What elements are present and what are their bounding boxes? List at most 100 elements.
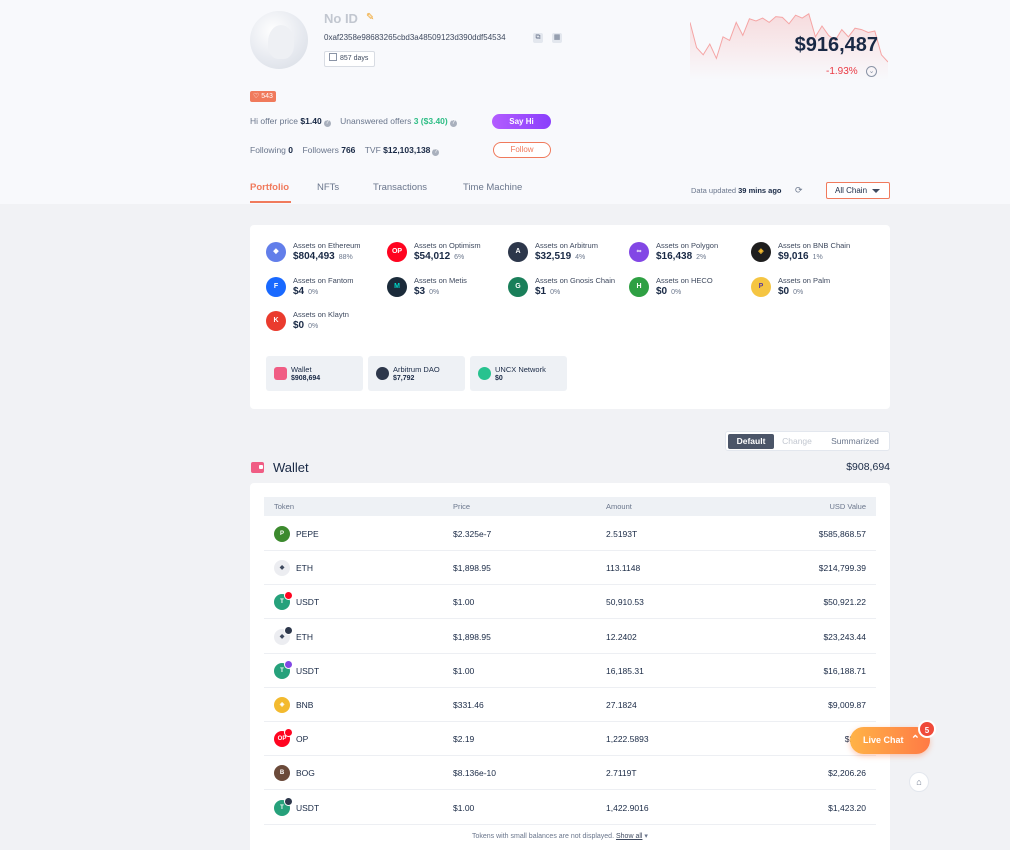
chain-label: Assets on Fantom [293,276,354,285]
chain-item-palm[interactable]: P Assets on Palm $0 0% [751,276,871,302]
token-symbol[interactable]: USDT [296,585,319,619]
token-price: $2.325e-7 [453,529,492,539]
palm-icon: P [751,277,771,297]
refresh-icon[interactable]: ⟳ [795,185,803,196]
heco-icon: H [629,277,649,297]
chain-item-optimism[interactable]: OP Assets on Optimism $54,012 6% [387,241,507,267]
table-row[interactable]: ◆ ETH $1,898.95 113.1148 $214,799.39 [264,551,876,586]
help-icon[interactable]: ? [449,120,457,127]
chain-label: Assets on HECO [656,276,713,285]
optimism-icon: OP [387,242,407,262]
token-amount: 1,422.9016 [606,802,649,813]
chain-item-gnosis[interactable]: G Assets on Gnosis Chain $1 0% [508,276,628,302]
chain-value: $3 0% [414,286,439,297]
tab-portfolio[interactable]: Portfolio [250,182,289,193]
chain-item-bnb[interactable]: ◈ Assets on BNB Chain $9,016 1% [751,241,871,267]
tab-nfts[interactable]: NFTs [317,182,339,193]
protocol-label: Wallet [291,365,312,374]
chevron-down-icon[interactable]: ⌄ [866,66,877,77]
token-symbol[interactable]: ETH [296,620,313,654]
rank-badge-value: 543 [261,93,273,100]
protocol-value: $908,694 [291,375,321,382]
token-usd-value: $16,188.71 [823,665,866,676]
token-symbol[interactable]: BOG [296,756,315,790]
token-symbol[interactable]: ETH [296,551,313,585]
data-updated: Data updated 39 mins ago [691,186,782,195]
table-row[interactable]: B BOG $8.136e-10 2.7119T $2,206.26 [264,756,876,791]
chain-label: Assets on Gnosis Chain [535,276,616,285]
show-all-link[interactable]: Show all [616,833,642,840]
chain-percent: 1% [812,254,823,261]
token-icon: ◈ [274,697,290,713]
table-row[interactable]: OPOP$2.191,222.5893$2,67 [264,722,876,757]
copy-icon[interactable]: ⧉ [533,33,543,43]
table-row[interactable]: T USDT $1.00 50,910.53 $50,921.22 [264,585,876,620]
tab-transactions[interactable]: Transactions [373,182,427,193]
table-row[interactable]: T USDT $1.00 1,422.9016 $1,423.20 [264,791,876,825]
protocol-arbitrum-dao[interactable]: Arbitrum DAO $7,792 [368,356,465,391]
chain-amount: $54,012 [414,251,451,262]
token-usd-value: $214,799.39 [818,563,866,574]
chain-badge-icon [284,625,293,635]
unanswered-value: 3 ($3.40) [413,116,448,126]
token-usd-value: $50,921.22 [823,597,866,608]
token-symbol[interactable]: USDT [296,791,319,825]
chain-item-ethereum[interactable]: ◆ Assets on Ethereum $804,493 88% [266,241,386,267]
social-row: Following 0 Followers 766 TVF $12,103,13… [250,145,440,156]
follow-button[interactable]: Follow [493,142,551,158]
chain-item-klaytn[interactable]: K Assets on Klaytn $0 0% [266,310,386,336]
view-default-button[interactable]: Default [728,434,774,449]
unanswered-label: Unanswered offers [340,116,412,126]
token-amount: 12.2402 [606,631,637,642]
table-row[interactable]: T USDT $1.00 16,185.31 $16,188.71 [264,654,876,688]
token-symbol[interactable]: OP [296,722,308,756]
chain-item-arbitrum[interactable]: A Assets on Arbitrum $32,519 4% [508,241,628,267]
token-symbol[interactable]: USDT [296,654,319,688]
balance-change: -1.93% [826,66,858,77]
view-change-button[interactable]: Change [776,434,818,449]
fantom-icon: F [266,277,286,297]
profile-name: No ID [324,11,358,26]
chain-percent: 4% [575,254,586,261]
rank-badge[interactable]: ♡ 543 [250,91,276,102]
token-price: $1,898.95 [453,631,491,642]
chain-label: Assets on Metis [414,276,467,285]
following-value[interactable]: 0 [288,145,293,155]
chain-value: $54,012 6% [414,251,464,262]
hi-offer-label: Hi offer price [250,116,299,126]
say-hi-button[interactable]: Say Hi [492,114,551,129]
protocol-uncx-network[interactable]: UNCX Network $0 [470,356,567,391]
chain-item-heco[interactable]: H Assets on HECO $0 0% [629,276,749,302]
chain-amount: $32,519 [535,251,572,262]
table-row[interactable]: P PEPE $2.325e-7 2.5193T $585,868.57 [264,517,876,551]
wallet-section-title: Wallet [273,460,309,475]
chain-percent: 0% [308,323,319,330]
qr-code-icon[interactable]: ▦ [552,33,562,43]
token-amount: 27.1824 [606,700,637,710]
token-usd-value: $23,243.44 [823,631,866,642]
avatar[interactable] [250,11,308,69]
protocol-wallet[interactable]: Wallet $908,694 [266,356,363,391]
tab-time-machine[interactable]: Time Machine [463,182,522,193]
chain-item-metis[interactable]: M Assets on Metis $3 0% [387,276,507,302]
followers-value[interactable]: 766 [341,145,355,155]
chain-percent: 0% [308,289,319,296]
caret-down-icon: ▾ [644,833,648,840]
table-row[interactable]: ◈ BNB $331.46 27.1824 $9,009.87 [264,688,876,722]
help-icon[interactable]: ? [432,149,440,156]
chain-amount: $16,438 [656,251,693,262]
token-symbol[interactable]: BNB [296,688,313,722]
wallet-icon [251,462,264,473]
chain-value: $9,016 1% [778,251,823,262]
token-symbol[interactable]: PEPE [296,517,319,551]
chain-amount: $0 [656,286,668,297]
column-header-amount: Amount [606,502,632,511]
chain-select[interactable]: All Chain [826,182,890,199]
table-row[interactable]: ◆ ETH $1,898.95 12.2402 $23,243.44 [264,620,876,654]
help-icon[interactable]: ? [323,120,331,127]
chain-item-fantom[interactable]: F Assets on Fantom $4 0% [266,276,386,302]
tag-icon[interactable]: ⌂ [909,772,929,792]
chain-item-polygon[interactable]: ∞ Assets on Polygon $16,438 2% [629,241,749,267]
view-summarized-button[interactable]: Summarized [822,434,888,449]
edit-icon[interactable]: ✎ [366,13,376,23]
